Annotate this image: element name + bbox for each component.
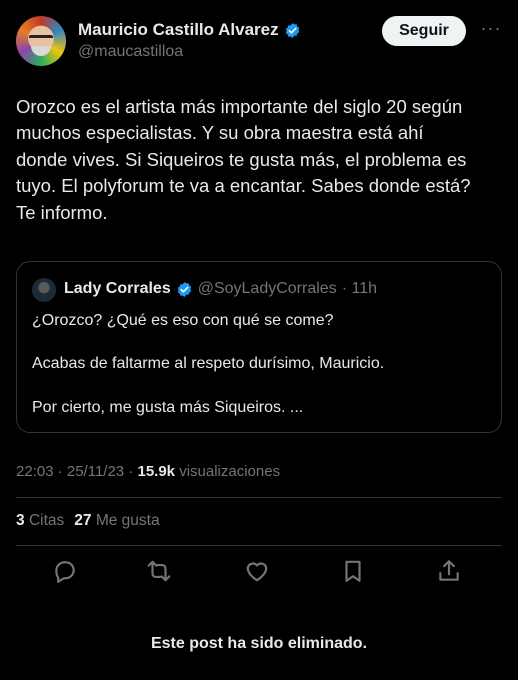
author-name[interactable]: Mauricio Castillo Alvarez <box>78 20 279 40</box>
reply-icon[interactable] <box>52 558 82 588</box>
likes-count: 27 <box>74 512 92 529</box>
quoted-tweet-header: Lady Corrales @SoyLadyCorrales · 11h <box>64 280 377 298</box>
quoted-tweet-time: · 11h <box>341 280 377 297</box>
tweet-header: Mauricio Castillo Alvarez @maucastilloa … <box>16 14 502 66</box>
avatar-glasses <box>29 35 53 41</box>
tweet-line: donde vives. Si Siqueiros te gusta más, … <box>16 148 467 170</box>
like-icon[interactable] <box>244 558 274 588</box>
follow-button[interactable]: Seguir <box>382 16 466 46</box>
verified-badge-icon <box>285 22 299 38</box>
quotes-label: Citas <box>28 512 65 529</box>
verified-badge-icon <box>177 281 191 297</box>
more-options-icon[interactable]: ··· <box>478 19 504 40</box>
divider <box>16 497 502 498</box>
views-label: visualizaciones <box>175 463 281 480</box>
quoted-tweet-line: ¿Orozco? ¿Qué es eso con qué se come? <box>32 312 334 329</box>
author-avatar[interactable] <box>16 16 66 66</box>
tweet-meta: 22:03 · 25/11/23 · 15.9k visualizaciones <box>16 463 280 480</box>
retweet-icon[interactable] <box>146 558 176 588</box>
quoted-author-handle: @SoyLadyCorrales <box>197 280 337 297</box>
quotes-count: 3 <box>16 512 25 529</box>
tweet-line: muchos especialistas. Y su obra maestra … <box>16 122 424 144</box>
avatar-beard <box>31 46 51 56</box>
quoted-tweet[interactable]: Lady Corrales @SoyLadyCorrales · 11h ¿Or… <box>16 261 502 433</box>
action-bar <box>0 558 518 588</box>
views-count: 15.9k <box>137 463 176 480</box>
author-handle[interactable]: @maucastilloa <box>78 43 183 61</box>
quoted-tweet-line: Por cierto, me gusta más Siqueiros. ... <box>32 399 304 416</box>
likes-stat[interactable]: 27 Me gusta <box>74 512 159 530</box>
tweet-line: Te informo. <box>16 201 108 223</box>
tweet-line: Orozco es el artista más importante del … <box>16 96 463 117</box>
tweet-timestamp[interactable]: 22:03 · 25/11/23 · <box>16 463 137 480</box>
quotes-stat[interactable]: 3 Citas <box>16 512 64 530</box>
deleted-post-notice: Este post ha sido eliminado. <box>150 635 368 652</box>
tweet-line: tuyo. El polyforum te va a encantar. Sab… <box>16 175 471 197</box>
likes-label: Me gusta <box>95 512 160 529</box>
tweet-text: Orozco es el artista más importante del … <box>16 94 506 226</box>
quoted-author-avatar <box>32 278 56 302</box>
divider <box>16 545 502 546</box>
author-name-row[interactable]: Mauricio Castillo Alvarez <box>78 20 301 40</box>
bookmark-icon[interactable] <box>340 558 370 588</box>
quoted-author-name: Lady Corrales <box>64 280 171 297</box>
share-icon[interactable] <box>436 558 466 588</box>
quoted-tweet-line: Acabas de faltarme al respeto durísimo, … <box>32 355 385 372</box>
engagement-stats: 3 Citas 27 Me gusta <box>16 512 160 530</box>
